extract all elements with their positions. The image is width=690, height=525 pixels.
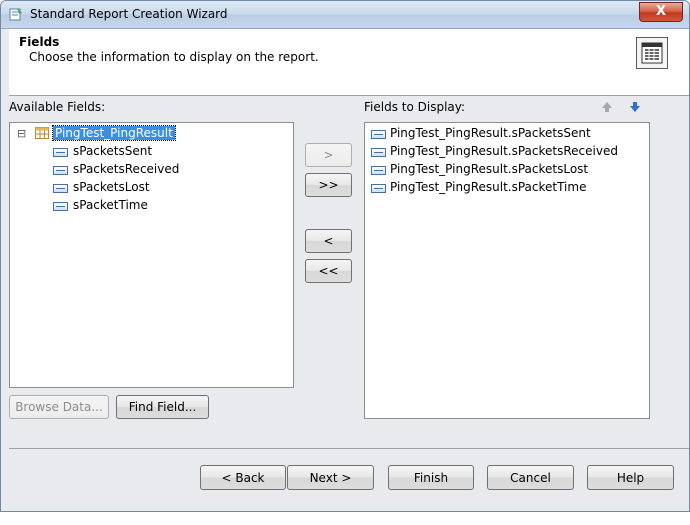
fields-to-display-list[interactable]: PingTest_PingResult.sPacketsSent PingTes… xyxy=(364,122,650,419)
page-description: Choose the information to display on the… xyxy=(29,50,319,64)
available-fields-tree[interactable]: ⊟ PingTest_PingResult sPacketsSent sPack… xyxy=(9,122,294,388)
field-icon xyxy=(53,166,68,175)
find-field-button[interactable]: Find Field... xyxy=(116,395,209,419)
back-button[interactable]: < Back xyxy=(200,465,286,490)
close-button[interactable]: X xyxy=(639,2,683,22)
next-button[interactable]: Next > xyxy=(287,465,374,490)
display-field-item[interactable]: PingTest_PingResult.sPacketsLost xyxy=(390,160,588,178)
field-icon xyxy=(371,184,386,193)
display-field-item[interactable]: PingTest_PingResult.sPacketsReceived xyxy=(390,142,618,160)
wizard-header: Fields Choose the information to display… xyxy=(9,29,689,96)
field-icon xyxy=(53,184,68,193)
display-field-item[interactable]: PingTest_PingResult.sPacketTime xyxy=(390,178,586,196)
footer-divider xyxy=(9,448,689,449)
window-title: Standard Report Creation Wizard xyxy=(30,7,228,21)
field-icon xyxy=(371,166,386,175)
add-all-fields-button[interactable]: >> xyxy=(305,173,352,197)
tree-field-item[interactable]: sPacketTime xyxy=(73,196,148,214)
app-icon xyxy=(9,8,22,21)
field-icon xyxy=(371,130,386,139)
remove-field-button[interactable]: < xyxy=(305,229,352,253)
display-field-item[interactable]: PingTest_PingResult.sPacketsSent xyxy=(390,124,591,142)
add-field-button[interactable]: > xyxy=(305,143,352,167)
tree-field-item[interactable]: sPacketsSent xyxy=(73,142,152,160)
tree-table-node[interactable]: PingTest_PingResult xyxy=(52,124,176,142)
page-title: Fields xyxy=(19,35,60,49)
table-name: PingTest_PingResult xyxy=(52,125,176,141)
report-fields-icon xyxy=(636,37,668,69)
move-down-icon[interactable] xyxy=(629,101,641,113)
finish-button[interactable]: Finish xyxy=(388,465,474,490)
tree-field-item[interactable]: sPacketsReceived xyxy=(73,160,179,178)
move-up-icon[interactable] xyxy=(601,101,613,113)
tree-field-item[interactable]: sPacketsLost xyxy=(73,178,150,196)
field-icon xyxy=(371,148,386,157)
available-fields-label: Available Fields: xyxy=(9,100,106,114)
browse-data-button[interactable]: Browse Data... xyxy=(9,395,109,419)
help-button[interactable]: Help xyxy=(587,465,674,490)
remove-all-fields-button[interactable]: << xyxy=(305,259,352,283)
cancel-button[interactable]: Cancel xyxy=(487,465,574,490)
fields-to-display-label: Fields to Display: xyxy=(364,100,466,114)
title-bar[interactable]: Standard Report Creation Wizard X xyxy=(1,1,689,29)
collapse-icon[interactable]: ⊟ xyxy=(17,125,26,143)
close-icon: X xyxy=(655,4,667,19)
table-icon xyxy=(35,127,49,139)
field-icon xyxy=(53,148,68,157)
field-icon xyxy=(53,202,68,211)
wizard-window: Standard Report Creation Wizard X Fields… xyxy=(0,0,690,512)
